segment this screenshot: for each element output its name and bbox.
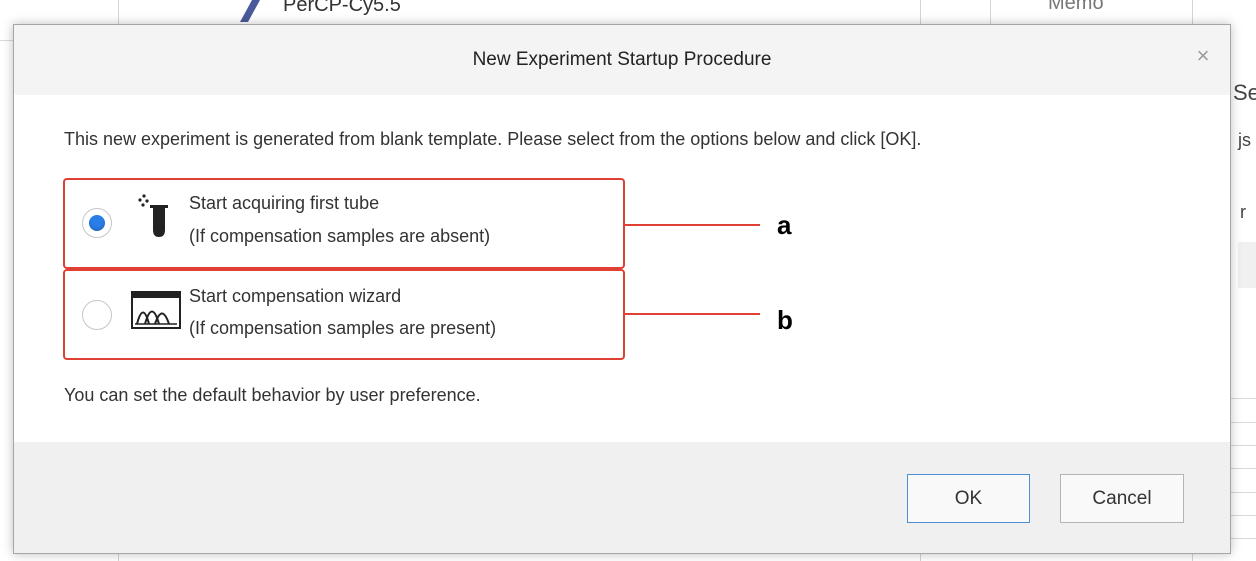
option-b-title: Start compensation wizard bbox=[189, 286, 402, 306]
bg-memo-label: Memo bbox=[1048, 0, 1104, 14]
cancel-button[interactable]: Cancel bbox=[1060, 474, 1184, 523]
compensation-peaks-icon bbox=[131, 291, 181, 329]
preference-note: You can set the default behavior by user… bbox=[64, 385, 481, 405]
callout-label-a: a bbox=[777, 210, 792, 240]
test-tube-icon bbox=[138, 194, 168, 237]
bg-grid-line bbox=[1192, 554, 1193, 561]
bg-text-fragment: Se bbox=[1233, 80, 1256, 105]
bg-grid-line bbox=[1231, 515, 1256, 516]
instruction-text: This new experiment is generated from bl… bbox=[64, 129, 922, 149]
callout-line-b bbox=[625, 313, 760, 315]
bg-grid-line bbox=[920, 554, 921, 561]
callout-label-b: b bbox=[777, 305, 793, 335]
bg-panel-fragment bbox=[1238, 242, 1256, 288]
bg-grid-line bbox=[1231, 492, 1256, 493]
radio-compensation-wizard[interactable] bbox=[82, 300, 112, 330]
bg-grid-line bbox=[1231, 422, 1256, 423]
ok-button[interactable]: OK bbox=[907, 474, 1030, 523]
bg-text-fragment: r bbox=[1240, 202, 1246, 222]
option-a-title: Start acquiring first tube bbox=[189, 193, 380, 213]
dialog-title: New Experiment Startup Procedure bbox=[472, 49, 772, 70]
dialog-footer bbox=[14, 442, 1230, 553]
option-b-subtitle: (If compensation samples are present) bbox=[189, 318, 497, 338]
option-start-acquiring[interactable]: Start acquiring first tube (If compensat… bbox=[63, 178, 625, 269]
startup-procedure-dialog: New Experiment Startup Procedure × This … bbox=[13, 24, 1231, 554]
radio-start-acquiring[interactable] bbox=[82, 208, 112, 238]
callout-line-a bbox=[625, 224, 760, 226]
close-button[interactable]: × bbox=[1190, 43, 1216, 69]
dialog-titlebar: New Experiment Startup Procedure × bbox=[14, 25, 1230, 95]
bg-fluorochrome-label: PerCP-Cy5.5 bbox=[283, 0, 401, 16]
fluorochrome-slash-icon bbox=[240, 0, 260, 22]
option-a-subtitle: (If compensation samples are absent) bbox=[189, 226, 491, 246]
bg-grid-line bbox=[990, 0, 991, 24]
bg-grid-line bbox=[118, 0, 119, 24]
bg-grid-line bbox=[1231, 398, 1256, 399]
bg-grid-line bbox=[0, 40, 13, 41]
bg-grid-line bbox=[1231, 445, 1256, 446]
bg-text-fragment: js bbox=[1238, 130, 1251, 150]
bg-grid-line bbox=[1192, 0, 1193, 24]
option-compensation-wizard[interactable]: Start compensation wizard (If compensati… bbox=[63, 269, 625, 360]
bg-grid-line bbox=[920, 0, 921, 24]
bg-grid-line bbox=[118, 554, 119, 561]
bg-grid-line bbox=[1231, 468, 1256, 469]
bg-grid-line bbox=[1231, 538, 1256, 539]
